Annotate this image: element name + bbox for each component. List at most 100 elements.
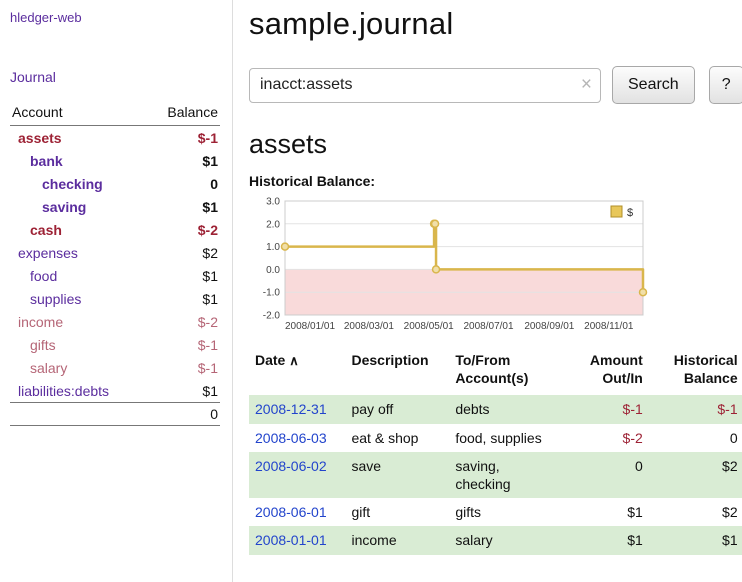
accounts-total-row: 0 — [10, 403, 220, 426]
account-row: salary $-1 — [10, 356, 220, 379]
svg-text:2008/11/01: 2008/11/01 — [584, 321, 634, 332]
register-amount: $1 — [573, 498, 649, 526]
register-date-cell: 2008-01-01 — [249, 526, 345, 554]
account-balance: $-1 — [146, 333, 220, 356]
accounts-table: Account Balance assets $-1 bank $1 checking 0… — [10, 101, 220, 426]
account-balance: $-2 — [146, 218, 220, 241]
account-balance: $1 — [146, 379, 220, 403]
help-button[interactable]: ? — [709, 66, 742, 104]
register-header-date[interactable]: Date ∧ — [249, 347, 345, 395]
svg-text:-1.0: -1.0 — [263, 288, 281, 299]
register-header-row: Date ∧ Description To/From Account(s) Am… — [249, 347, 742, 395]
search-box: × — [249, 68, 601, 103]
page-title: sample.journal — [249, 6, 742, 42]
historical-balance-chart: 3.02.01.00.0-1.0-2.02008/01/012008/03/01… — [249, 195, 742, 335]
account-balance: 0 — [146, 172, 220, 195]
account-balance: $2 — [146, 241, 220, 264]
clear-search-icon[interactable]: × — [581, 74, 592, 97]
register-amount: $-1 — [573, 395, 649, 423]
account-name-cell: saving — [10, 195, 146, 218]
account-link-salary[interactable]: salary — [30, 360, 67, 376]
svg-text:0.0: 0.0 — [266, 265, 280, 276]
register-date-cell: 2008-06-02 — [249, 452, 345, 498]
register-header-amount: Amount Out/In — [573, 347, 649, 395]
account-name-cell: food — [10, 264, 146, 287]
account-link-gifts[interactable]: gifts — [30, 337, 56, 353]
svg-text:$: $ — [627, 207, 633, 219]
account-balance: $-1 — [146, 356, 220, 379]
register-date-link[interactable]: 2008-06-01 — [255, 504, 327, 520]
register-description: pay off — [345, 395, 449, 423]
register-header-balance: Historical Balance — [649, 347, 742, 395]
register-row: 2008-06-02savesaving, checking0$2 — [249, 452, 742, 498]
register-header-description: Description — [345, 347, 449, 395]
account-name-cell: gifts — [10, 333, 146, 356]
account-balance: $1 — [146, 287, 220, 310]
register-accounts: gifts — [449, 498, 573, 526]
register-balance: $1 — [649, 526, 742, 554]
account-link-income[interactable]: income — [18, 314, 63, 330]
register-header-accounts: To/From Account(s) — [449, 347, 573, 395]
account-row: food $1 — [10, 264, 220, 287]
register-date-cell: 2008-06-03 — [249, 424, 345, 452]
accounts-header-balance: Balance — [146, 101, 220, 126]
register-date-link[interactable]: 2008-06-02 — [255, 458, 327, 474]
account-link-expenses[interactable]: expenses — [18, 245, 78, 261]
account-balance: $-2 — [146, 310, 220, 333]
account-name-cell: cash — [10, 218, 146, 241]
accounts-header-row: Account Balance — [10, 101, 220, 126]
account-link-food[interactable]: food — [30, 268, 57, 284]
accounts-total-spacer — [10, 403, 146, 426]
register-accounts: debts — [449, 395, 573, 423]
search-button[interactable]: Search — [612, 66, 695, 104]
register-amount: $1 — [573, 526, 649, 554]
svg-text:2008/01/01: 2008/01/01 — [285, 321, 335, 332]
register-table: Date ∧ Description To/From Account(s) Am… — [249, 347, 742, 555]
account-name-cell: expenses — [10, 241, 146, 264]
svg-text:2008/09/01: 2008/09/01 — [524, 321, 574, 332]
svg-text:2.0: 2.0 — [266, 219, 280, 230]
register-accounts: food, supplies — [449, 424, 573, 452]
register-date-link[interactable]: 2008-12-31 — [255, 401, 327, 417]
register-balance: $2 — [649, 452, 742, 498]
register-row: 2008-12-31pay offdebts$-1$-1 — [249, 395, 742, 423]
register-header-date-label: Date — [255, 352, 285, 368]
account-name-cell: assets — [10, 126, 146, 150]
account-name-cell: income — [10, 310, 146, 333]
app-title-link[interactable]: hledger-web — [10, 10, 220, 25]
accounts-total-value: 0 — [146, 403, 220, 426]
account-row: saving$1 — [10, 195, 220, 218]
account-link-supplies[interactable]: supplies — [30, 291, 81, 307]
register-balance: 0 — [649, 424, 742, 452]
svg-text:2008/03/01: 2008/03/01 — [344, 321, 394, 332]
register-amount: 0 — [573, 452, 649, 498]
register-description: eat & shop — [345, 424, 449, 452]
account-link-assets[interactable]: assets — [18, 130, 62, 146]
account-name-cell: salary — [10, 356, 146, 379]
account-link-cash[interactable]: cash — [30, 222, 62, 238]
register-date-cell: 2008-12-31 — [249, 395, 345, 423]
account-row: cash $-2 — [10, 218, 220, 241]
account-row: gifts $-1 — [10, 333, 220, 356]
svg-text:2008/05/01: 2008/05/01 — [404, 321, 454, 332]
register-date-link[interactable]: 2008-01-01 — [255, 532, 327, 548]
account-name-cell: bank — [10, 149, 146, 172]
sidebar-item-journal[interactable]: Journal — [10, 69, 220, 85]
register-balance: $-1 — [649, 395, 742, 423]
svg-text:-2.0: -2.0 — [263, 311, 281, 322]
account-name-cell: supplies — [10, 287, 146, 310]
register-row: 2008-06-03eat & shopfood, supplies$-20 — [249, 424, 742, 452]
account-link-saving[interactable]: saving — [42, 199, 86, 215]
search-input[interactable] — [249, 68, 601, 103]
account-link-checking[interactable]: checking — [42, 176, 103, 192]
account-heading: assets — [249, 129, 742, 160]
account-link-bank[interactable]: bank — [30, 153, 63, 169]
register-accounts: saving, checking — [449, 452, 573, 498]
register-date-link[interactable]: 2008-06-03 — [255, 430, 327, 446]
account-link-liabilities-debts[interactable]: liabilities:debts — [18, 383, 109, 399]
account-balance: $1 — [146, 264, 220, 287]
account-balance: $1 — [146, 149, 220, 172]
account-row: income $-2 — [10, 310, 220, 333]
chart-heading: Historical Balance: — [249, 173, 742, 189]
svg-text:1.0: 1.0 — [266, 242, 280, 253]
